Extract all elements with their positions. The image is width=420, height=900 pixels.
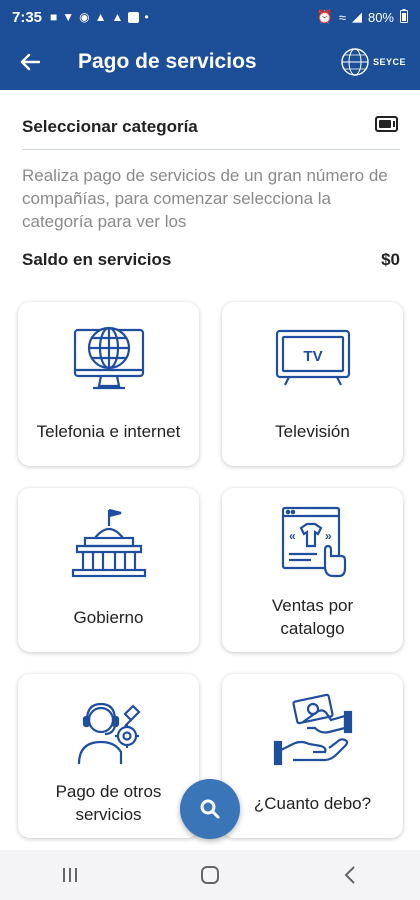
category-label: Televisión bbox=[275, 421, 350, 441]
category-header: Seleccionar categoría bbox=[22, 114, 400, 150]
category-label: Ventas por catalogo bbox=[271, 596, 354, 638]
category-label: ¿Cuanto debo? bbox=[253, 793, 372, 813]
category-label: Gobierno bbox=[73, 607, 144, 627]
battery-label: 80% bbox=[367, 9, 394, 25]
category-card-catalogo[interactable]: « » Ventas por catalogo bbox=[222, 488, 403, 652]
home-icon bbox=[201, 866, 219, 884]
gallery-icon bbox=[128, 11, 140, 23]
notification-icons: ■ ▼ ◉ ▲ ▲ • bbox=[50, 10, 149, 24]
battery-icon bbox=[400, 8, 408, 26]
alarm-icon: ⏰ bbox=[316, 9, 333, 24]
page-title: Pago de servicios bbox=[78, 50, 257, 73]
search-icon bbox=[200, 799, 220, 819]
messenger-icon: ◉ bbox=[79, 10, 90, 24]
government-building-icon bbox=[71, 508, 146, 578]
support-agent-icon bbox=[77, 702, 141, 765]
app-bar: Pago de servicios SEYCE bbox=[0, 34, 420, 90]
recents-button[interactable] bbox=[40, 855, 100, 895]
category-label: Pago de otros servicios bbox=[55, 782, 162, 824]
tv-icon: TV bbox=[275, 329, 350, 386]
system-icons: ⏰ ≈ ◢ 80% bbox=[316, 8, 408, 26]
wallet-icon[interactable] bbox=[374, 114, 400, 139]
balance-label: Saldo en servicios bbox=[22, 250, 172, 269]
category-title: Seleccionar categoría bbox=[22, 116, 198, 136]
nav-back-button[interactable] bbox=[320, 855, 380, 895]
message-icon: ■ bbox=[50, 10, 58, 24]
status-bar: 7:35 ■ ▼ ◉ ▲ ▲ • ⏰ ≈ ◢ 80% bbox=[0, 0, 420, 34]
chat-icon: ▼ bbox=[62, 10, 75, 24]
logo-globe-icon bbox=[341, 48, 369, 76]
main-content: Seleccionar categoría Realiza pago de se… bbox=[0, 90, 420, 850]
category-card-otros-servicios[interactable]: Pago de otros servicios bbox=[18, 674, 199, 838]
home-button[interactable] bbox=[180, 855, 240, 895]
back-icon bbox=[344, 866, 355, 884]
signal-icon: ◢ bbox=[351, 9, 362, 24]
more-dot-icon: • bbox=[144, 10, 149, 24]
snapchat-icon: ▲ bbox=[111, 10, 124, 24]
balance-row: Saldo en servicios $0 bbox=[22, 250, 400, 270]
recents-icon bbox=[63, 868, 77, 882]
search-fab-button[interactable] bbox=[180, 779, 240, 839]
svg-text:»: » bbox=[325, 529, 332, 543]
back-button[interactable] bbox=[0, 34, 60, 90]
category-label: Telefonia e internet bbox=[36, 421, 181, 441]
balance-value: $0 bbox=[381, 250, 400, 269]
svg-text:«: « bbox=[289, 529, 296, 543]
globe-monitor-icon bbox=[73, 326, 144, 390]
status-time: 7:35 bbox=[12, 8, 43, 26]
snapchat-icon: ▲ bbox=[94, 10, 107, 24]
description-text: Realiza pago de servicios de un gran núm… bbox=[22, 166, 388, 231]
category-card-telefonia[interactable]: Telefonia e internet bbox=[18, 302, 199, 466]
svg-text:TV: TV bbox=[303, 348, 322, 365]
money-hand-icon bbox=[273, 693, 352, 766]
category-card-gobierno[interactable]: Gobierno bbox=[18, 488, 199, 652]
arrow-left-icon bbox=[20, 53, 40, 71]
category-card-cuanto-debo[interactable]: ¿Cuanto debo? bbox=[222, 674, 403, 838]
wifi-icon: ≈ bbox=[338, 9, 346, 25]
catalog-shopping-icon: « » bbox=[281, 506, 346, 578]
system-nav-bar bbox=[0, 850, 420, 900]
logo-text: SEYCE bbox=[372, 57, 406, 67]
category-card-television[interactable]: TV Televisión bbox=[222, 302, 403, 466]
seyce-logo: SEYCE bbox=[340, 47, 406, 77]
